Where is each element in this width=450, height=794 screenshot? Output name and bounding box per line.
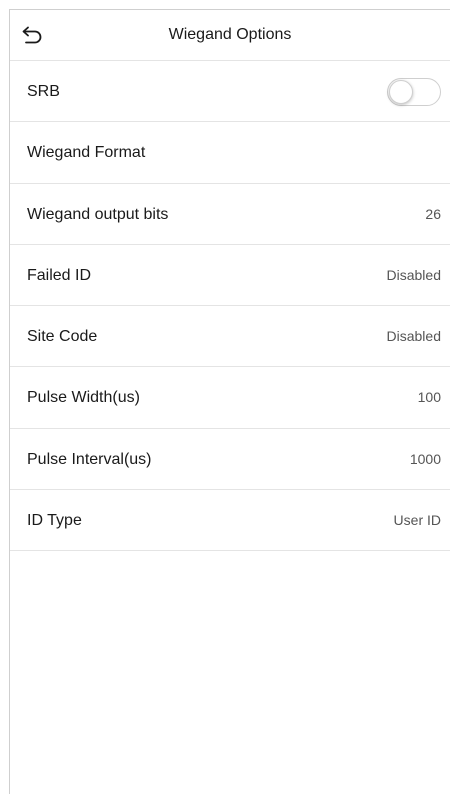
srb-row[interactable]: SRB [10,61,450,123]
failed-id-value: Disabled [386,266,441,283]
id-type-value: User ID [393,512,441,529]
id-type-label: ID Type [27,512,82,530]
pulse-interval-row[interactable]: Pulse Interval(us) 1000 [10,429,450,491]
pulse-width-value: 100 [417,389,441,406]
wiegand-output-bits-value: 26 [425,205,441,222]
settings-list: SRB Wiegand Format Wiegand output bits 2… [10,61,450,552]
pulse-width-row[interactable]: Pulse Width(us) 100 [10,367,450,429]
pulse-width-label: Pulse Width(us) [27,389,140,407]
wiegand-format-row[interactable]: Wiegand Format [10,122,450,184]
srb-toggle[interactable] [387,78,441,106]
pulse-interval-label: Pulse Interval(us) [27,450,152,468]
failed-id-row[interactable]: Failed ID Disabled [10,245,450,307]
header-bar: Wiegand Options [10,10,450,61]
site-code-value: Disabled [386,328,441,345]
wiegand-output-bits-row[interactable]: Wiegand output bits 26 [10,184,450,245]
srb-label: SRB [27,83,60,100]
wiegand-output-bits-label: Wiegand output bits [27,205,169,223]
site-code-label: Site Code [27,328,98,346]
toggle-knob [389,80,413,104]
wiegand-format-label: Wiegand Format [27,144,146,162]
id-type-row[interactable]: ID Type User ID [10,490,450,552]
site-code-row[interactable]: Site Code Disabled [10,306,450,368]
page-title: Wiegand Options [168,26,292,43]
screen-frame: Wiegand Options SRB Wiegand Format Wiega… [9,9,450,794]
pulse-interval-value: 1000 [409,450,441,467]
failed-id-label: Failed ID [27,266,92,284]
